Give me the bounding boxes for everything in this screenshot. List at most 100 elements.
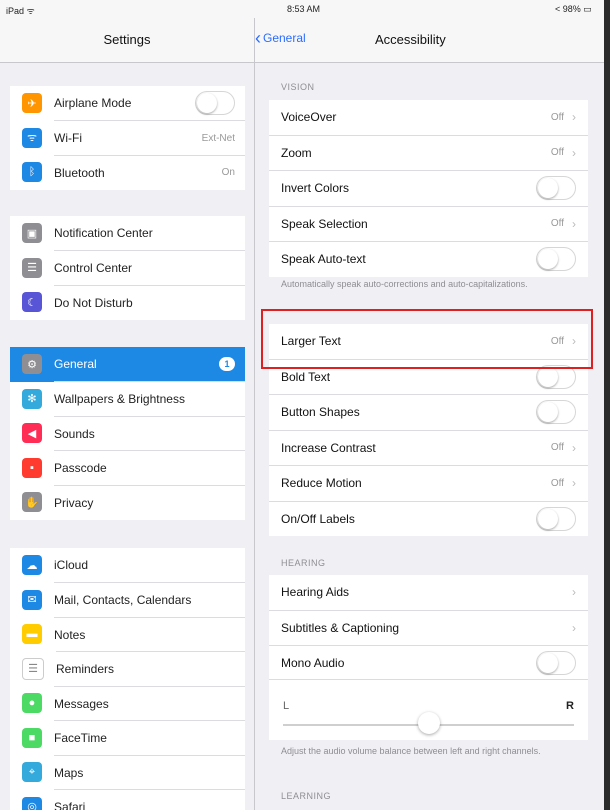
row-text: Do Not Disturb	[54, 284, 245, 321]
sidebar-item-label: Maps	[54, 765, 84, 780]
master-nav-bar: Settings	[0, 18, 254, 63]
sidebar-item-control-center[interactable]: ☰ Control Center	[10, 250, 245, 286]
maps-icon: ⌖	[22, 762, 42, 783]
setting-value: Off	[550, 442, 564, 454]
section-header-vision: VISION	[281, 82, 315, 92]
row-text: FaceTime	[54, 720, 245, 756]
row-text: Passcode	[54, 450, 245, 486]
balance-slider-thumb[interactable]	[417, 712, 440, 734]
settings-group: ▣ Notification Center ☰ Control Center ☾ Do N…	[10, 216, 245, 320]
sidebar-item-wi-fi[interactable]: ᯤ Wi-Fi Ext-Net	[10, 120, 245, 156]
sidebar-item-wallpapers-brightness[interactable]: ✻ Wallpapers & Brightness	[10, 381, 245, 417]
section-header-hearing: HEARING	[281, 558, 326, 568]
setting-row-button-shapes[interactable]: Button Shapes	[269, 394, 588, 430]
setting-label: Reduce Motion	[281, 476, 362, 491]
sidebar-item-passcode[interactable]: ▪ Passcode	[10, 450, 245, 486]
sidebar-item-reminders[interactable]: ☰ Reminders	[10, 651, 245, 687]
sidebar-item-label: Notes	[54, 627, 86, 642]
row-text: Maps	[54, 754, 245, 791]
hearing-footer-note: Adjust the audio volume balance between …	[281, 746, 541, 756]
setting-row-mono-audio[interactable]: Mono Audio	[269, 645, 588, 681]
lock-icon: ▪	[22, 457, 42, 478]
setting-label: Bold Text	[281, 369, 331, 384]
setting-row-invert-colors[interactable]: Invert Colors	[269, 170, 588, 206]
balance-left-label: L	[283, 700, 290, 712]
speak-auto-text-toggle[interactable]	[536, 247, 576, 272]
setting-label: Hearing Aids	[281, 585, 350, 600]
sidebar-item-notification-center[interactable]: ▣ Notification Center	[10, 216, 245, 251]
mono-audio-toggle[interactable]	[536, 651, 576, 676]
sidebar-item-label: FaceTime	[54, 731, 107, 746]
chevron-right-icon: ›	[572, 585, 576, 600]
sidebar-item-do-not-disturb[interactable]: ☾ Do Not Disturb	[10, 284, 245, 321]
hearing-group: Hearing Aids › Subtitles & Captioning › Mono…	[269, 575, 588, 681]
setting-label: Mono Audio	[281, 656, 345, 671]
setting-label: VoiceOver	[281, 110, 337, 125]
row-text: Wi-Fi Ext-Net	[54, 120, 245, 156]
sidebar-item-maps[interactable]: ⌖ Maps	[10, 754, 245, 791]
brightness-icon: ✻	[22, 388, 42, 409]
chevron-right-icon: ›	[572, 145, 576, 160]
sidebar-item-label: Wallpapers & Brightness	[54, 392, 185, 407]
setting-row-hearing-aids[interactable]: Hearing Aids ›	[269, 575, 588, 610]
mail-icon: ✉	[22, 589, 42, 610]
setting-row-reduce-motion[interactable]: Reduce Motion Off ›	[269, 465, 588, 501]
airplane-mode-toggle[interactable]	[195, 91, 235, 116]
sidebar-item-sounds[interactable]: ◀ Sounds	[10, 415, 245, 452]
on-off-labels-toggle[interactable]	[536, 506, 576, 531]
ipad-screen: iPad ᯤ 8:53 AM < 98% ▭ Settings ✈ Airplan…	[0, 0, 604, 810]
status-battery: < 98% ▭	[555, 4, 592, 14]
row-text: Wallpapers & Brightness	[54, 381, 245, 417]
setting-row-voiceover[interactable]: VoiceOver Off ›	[269, 100, 588, 135]
row-text: General 1	[54, 347, 245, 382]
row-text: Privacy	[54, 484, 245, 521]
sidebar-item-label: iCloud	[54, 558, 89, 573]
messages-icon: ●	[22, 693, 42, 714]
gear-icon: ⚙	[22, 354, 42, 375]
setting-row-increase-contrast[interactable]: Increase Contrast Off ›	[269, 429, 588, 466]
notes-icon: ▬	[22, 624, 42, 645]
row-text: Sounds	[54, 415, 245, 452]
setting-value: Off	[550, 218, 564, 230]
cloud-icon: ☁	[22, 555, 42, 576]
setting-label: Zoom	[281, 145, 312, 160]
sidebar-item-messages[interactable]: ● Messages	[10, 685, 245, 722]
facetime-icon: ■	[22, 727, 42, 748]
row-text: Messages	[54, 685, 245, 722]
setting-row-on-off-labels[interactable]: On/Off Labels	[269, 500, 588, 537]
sidebar-item-safari[interactable]: ◎ Safari	[10, 789, 245, 810]
sound-icon: ◀	[22, 423, 42, 444]
setting-row-zoom[interactable]: Zoom Off ›	[269, 134, 588, 171]
row-text: Airplane Mode	[54, 86, 245, 121]
status-carrier: iPad ᯤ	[6, 6, 35, 16]
sidebar-item-label: Sounds	[54, 426, 95, 441]
settings-group: ☁ iCloud ✉ Mail, Contacts, Calendars ▬ Notes ☰…	[10, 548, 245, 810]
setting-row-speak-selection[interactable]: Speak Selection Off ›	[269, 205, 588, 242]
setting-row-speak-auto-text[interactable]: Speak Auto-text	[269, 241, 588, 277]
sidebar-item-value: On	[221, 167, 235, 179]
sidebar-item-general[interactable]: ⚙ General 1	[10, 347, 245, 382]
sidebar-item-mail-contacts-calendars[interactable]: ✉ Mail, Contacts, Calendars	[10, 582, 245, 618]
sidebar-item-label: Bluetooth	[54, 165, 105, 180]
chevron-left-icon: ‹	[255, 28, 261, 48]
chevron-right-icon: ›	[572, 620, 576, 635]
sidebar-item-icloud[interactable]: ☁ iCloud	[10, 548, 245, 583]
row-text: Notification Center	[54, 216, 245, 251]
airplane-icon: ✈	[22, 93, 42, 114]
reminders-icon: ☰	[22, 657, 44, 680]
sidebar-item-privacy[interactable]: ✋ Privacy	[10, 484, 245, 521]
button-shapes-toggle[interactable]	[536, 400, 576, 425]
sidebar-item-facetime[interactable]: ■ FaceTime	[10, 720, 245, 756]
safari-icon: ◎	[22, 796, 42, 810]
sidebar-item-notes[interactable]: ▬ Notes	[10, 616, 245, 652]
setting-label: Invert Colors	[281, 181, 350, 196]
setting-row-subtitles-captioning[interactable]: Subtitles & Captioning ›	[269, 609, 588, 646]
notification-center-icon: ▣	[22, 223, 42, 244]
status-time: 8:53 AM	[287, 4, 321, 14]
sidebar-item-airplane-mode[interactable]: ✈ Airplane Mode	[10, 86, 245, 121]
sidebar-item-bluetooth[interactable]: ᛒ Bluetooth On	[10, 154, 245, 190]
back-button[interactable]: ‹ General	[255, 28, 306, 48]
status-bar: iPad ᯤ 8:53 AM < 98% ▭	[0, 0, 604, 18]
invert-colors-toggle[interactable]	[536, 176, 576, 201]
chevron-right-icon: ›	[572, 216, 576, 231]
